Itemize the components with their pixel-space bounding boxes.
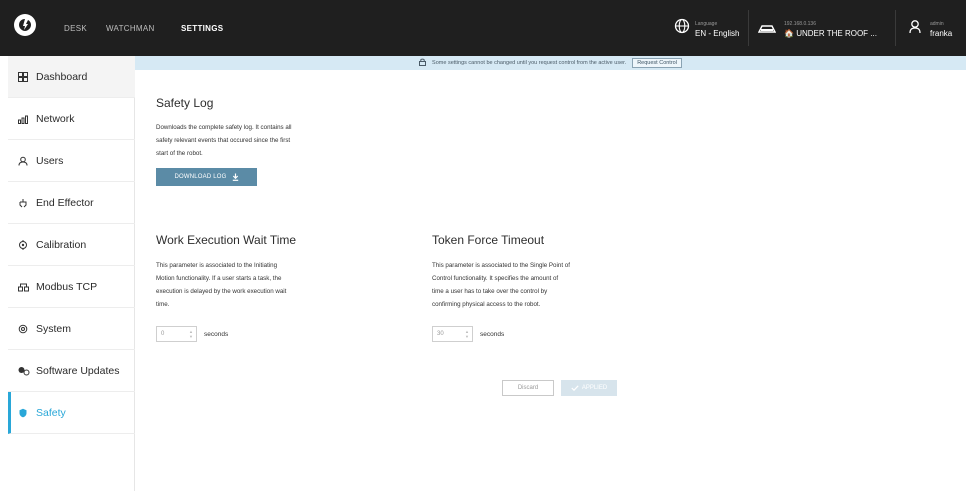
token-force-title: Token Force Timeout — [432, 233, 545, 247]
end-effector-icon — [18, 198, 32, 208]
robot-ip: 192.168.0.136 — [784, 21, 816, 27]
language-select[interactable]: EN - English — [695, 29, 739, 38]
work-execution-desc-line: execution is delayed by the work executi… — [156, 288, 287, 295]
safety-icon — [18, 408, 32, 418]
work-execution-desc-line: This parameter is associated to the Init… — [156, 262, 278, 269]
safety-log-desc-line: Downloads the complete safety log. It co… — [156, 124, 292, 131]
work-execution-desc-line: Motion functionality. If a user starts a… — [156, 275, 282, 282]
sidebar-item-label: Dashboard — [36, 70, 88, 83]
work-execution-input[interactable]: 0 ▲ ▼ — [156, 326, 197, 342]
sidebar-item-label: Network — [36, 112, 75, 125]
work-execution-value: 0 — [161, 331, 165, 337]
token-force-desc-line: time a user has to take over the control… — [432, 288, 548, 295]
sidebar-item-users[interactable]: Users — [8, 140, 135, 182]
nav-settings[interactable]: SETTINGS — [181, 0, 223, 56]
franka-logo-icon[interactable] — [14, 14, 36, 36]
sidebar-item-label: Users — [36, 154, 64, 167]
user-icon[interactable] — [909, 20, 921, 39]
globe-icon[interactable] — [674, 18, 690, 39]
nav-desk[interactable]: DESK — [64, 0, 87, 56]
token-force-desc-line: This parameter is associated to the Sing… — [432, 262, 570, 269]
language-label: Language — [695, 21, 718, 27]
sidebar-item-network[interactable]: Network — [8, 98, 135, 140]
sidebar-item-safety[interactable]: Safety — [8, 392, 135, 434]
robot-arm-icon — [757, 22, 777, 40]
sidebar-item-system[interactable]: System — [8, 308, 135, 350]
sidebar-item-modbus-tcp[interactable]: Modbus TCP — [8, 266, 135, 308]
token-force-value: 30 — [437, 331, 444, 337]
divider — [748, 10, 749, 46]
user-name[interactable]: franka — [930, 29, 952, 38]
token-force-unit: seconds — [480, 331, 505, 338]
token-force-desc-line: confirming physical access to the robot. — [432, 301, 541, 308]
safety-log-desc-line: safety relevant events that occured sinc… — [156, 137, 291, 144]
users-icon — [18, 156, 32, 166]
token-force-desc-line: Control functionality. It specifies the … — [432, 275, 559, 282]
robot-location[interactable]: 🏠 UNDER THE ROOF ... — [784, 29, 877, 38]
divider — [895, 10, 896, 46]
applied-label: APPLIED — [581, 385, 608, 391]
robot-location-label: UNDER THE ROOF ... — [796, 29, 877, 38]
stepper-icon[interactable]: ▲ ▼ — [189, 329, 193, 339]
sidebar-item-label: End Effector — [36, 196, 94, 209]
download-log-label: DOWNLOAD LOG — [174, 174, 227, 180]
work-execution-title: Work Execution Wait Time — [156, 233, 297, 247]
safety-log-title: Safety Log — [156, 96, 214, 110]
discard-button[interactable]: Discard — [502, 380, 554, 396]
network-icon — [18, 114, 32, 124]
work-execution-desc-line: time. — [156, 301, 170, 308]
sidebar-item-label: Software Updates — [36, 364, 120, 377]
sidebar-item-calibration[interactable]: Calibration — [8, 224, 135, 266]
control-notice-bar: Some settings cannot be changed until yo… — [135, 56, 966, 70]
stepper-icon[interactable]: ▲ ▼ — [465, 329, 469, 339]
modbus-icon — [18, 282, 32, 292]
work-execution-unit: seconds — [204, 331, 229, 338]
top-bar: DESK WATCHMAN SETTINGS Language EN - Eng… — [0, 0, 966, 56]
download-log-button[interactable]: DOWNLOAD LOG — [156, 168, 257, 186]
sidebar-item-label: System — [36, 322, 72, 335]
sidebar-item-label: Calibration — [36, 238, 87, 251]
request-control-button[interactable]: Request Control — [632, 58, 682, 68]
software-updates-icon — [18, 366, 32, 376]
download-icon — [232, 173, 239, 181]
sidebar-item-label: Safety — [36, 406, 66, 419]
home-icon: 🏠 — [784, 29, 794, 38]
nav-watchman[interactable]: WATCHMAN — [106, 0, 155, 56]
token-force-input[interactable]: 30 ▲ ▼ — [432, 326, 473, 342]
sidebar-item-end-effector[interactable]: End Effector — [8, 182, 135, 224]
lock-icon — [419, 58, 427, 68]
dashboard-icon — [18, 71, 32, 82]
sidebar-item-dashboard[interactable]: Dashboard — [8, 56, 135, 98]
applied-button[interactable]: APPLIED — [561, 380, 617, 396]
system-icon — [18, 324, 32, 334]
sidebar-item-software-updates[interactable]: Software Updates — [8, 350, 135, 392]
notice-text: Some settings cannot be changed until yo… — [432, 60, 627, 66]
safety-log-desc-line: start of the robot. — [156, 150, 203, 157]
calibration-icon — [18, 239, 32, 250]
user-role: admin — [930, 21, 944, 27]
check-icon — [571, 385, 579, 391]
sidebar-item-label: Modbus TCP — [36, 280, 98, 293]
